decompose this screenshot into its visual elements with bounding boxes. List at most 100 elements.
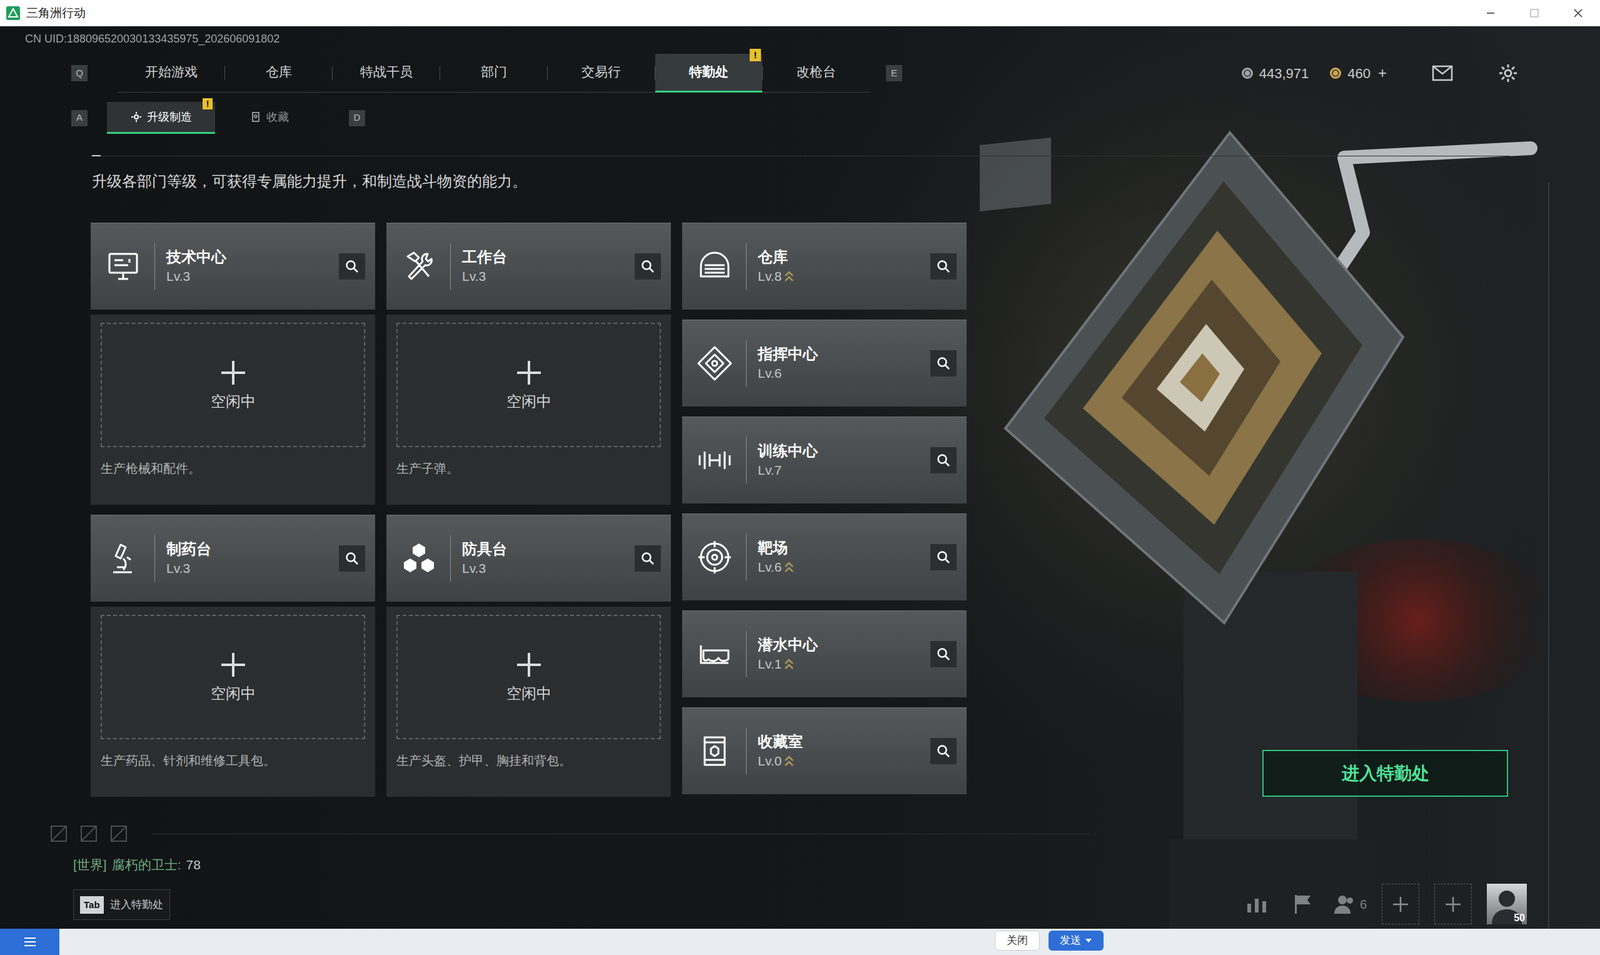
key-hint: Q	[71, 65, 88, 82]
nav-tab[interactable]: 特勤处!	[655, 53, 763, 93]
add-production-button[interactable]: 空闲中	[396, 322, 661, 448]
station-card[interactable]: 防具台Lv.3	[386, 514, 671, 602]
target-icon	[694, 537, 735, 578]
add-currency-button[interactable]: +	[1378, 61, 1387, 85]
magnifier-icon	[936, 453, 951, 468]
magnifier-icon	[936, 356, 951, 371]
chat-message: 78	[186, 855, 201, 874]
card-name: 制药台	[166, 538, 339, 559]
station-card[interactable]: 制药台Lv.3	[90, 514, 376, 602]
card-level: Lv.1	[757, 654, 782, 674]
nav-tab[interactable]: 仓库	[225, 53, 333, 93]
upgrade-indicator	[784, 657, 795, 671]
card-name: 训练中心	[757, 440, 931, 461]
search-button[interactable]	[930, 253, 957, 280]
nav-tab[interactable]: 开始游戏	[117, 53, 225, 93]
nav-tab[interactable]: 特战干员	[332, 53, 440, 93]
tools-icon	[398, 246, 439, 287]
enter-area: 进入特勤处	[1057, 222, 1600, 797]
department-card[interactable]: 训练中心Lv.7	[682, 416, 967, 504]
taskbar-button[interactable]: 关闭	[994, 930, 1040, 951]
toolbar: 6 50	[1241, 883, 1600, 925]
card-divider	[154, 243, 156, 290]
search-button[interactable]	[338, 545, 366, 572]
search-button[interactable]	[634, 253, 661, 280]
slot-status: 空闲中	[506, 392, 552, 411]
title-bar: 三角洲行动	[0, 0, 1600, 27]
avatar[interactable]: 50	[1486, 883, 1527, 925]
settings-button[interactable]	[1498, 63, 1519, 84]
level-row: Lv.3	[166, 558, 339, 578]
search-button[interactable]	[930, 640, 957, 668]
taskbar-button[interactable]: 发送	[1048, 930, 1104, 951]
card-name: 靶场	[757, 537, 931, 558]
plus-icon	[515, 359, 543, 386]
sub-tab-label: 升级制造	[146, 108, 192, 126]
sub-tab[interactable]: 升级制造!	[106, 101, 216, 134]
department-card[interactable]: 靶场Lv.6	[682, 513, 967, 601]
search-button[interactable]	[930, 350, 957, 377]
card-level: Lv.8	[757, 266, 782, 286]
flag-button[interactable]	[1287, 883, 1319, 925]
department-card[interactable]: 潜水中心Lv.1	[682, 610, 967, 698]
taskbar-button-label: 关闭	[1006, 932, 1028, 949]
mail-button[interactable]	[1431, 65, 1454, 82]
small-square-icon	[50, 824, 68, 843]
card-divider	[745, 727, 747, 775]
department-card[interactable]: 指挥中心Lv.6	[682, 319, 967, 407]
magnifier-icon	[640, 551, 655, 566]
dropdown-arrow-icon	[1084, 937, 1093, 943]
description: 升级各部门等级，可获得专属能力提升，和制造战斗物资的能力。	[91, 172, 528, 190]
window-controls	[1468, 0, 1600, 27]
window-button[interactable]	[1468, 0, 1513, 27]
armor-cubes-icon	[398, 538, 439, 579]
station: 技术中心Lv.3空闲中生产枪械和配件。	[90, 222, 376, 505]
window-button[interactable]	[1556, 0, 1600, 27]
friends-icon	[1333, 894, 1355, 915]
station-caption: 生产头盔、护甲、胸挂和背包。	[396, 751, 661, 770]
station-card[interactable]: 技术中心Lv.3	[90, 222, 376, 310]
tab-hint[interactable]: Tab进入特勤处	[73, 889, 171, 920]
card-text: 靶场Lv.6	[757, 537, 931, 577]
department-card[interactable]: 仓库Lv.8	[682, 222, 967, 310]
station: 制药台Lv.3 空闲中生产药品、针剂和维修工具包。	[90, 514, 376, 797]
invite-slot-button[interactable]	[1381, 883, 1420, 925]
card-name: 收藏室	[757, 731, 931, 752]
station-caption: 生产药品、针剂和维修工具包。	[100, 751, 366, 770]
search-button[interactable]	[930, 737, 957, 765]
search-button[interactable]	[930, 447, 957, 474]
stats-button[interactable]	[1241, 883, 1273, 925]
invite-slot-button[interactable]	[1434, 883, 1472, 925]
level-row: Lv.3	[462, 266, 635, 286]
search-button[interactable]	[338, 253, 366, 280]
tab-separator	[547, 66, 548, 81]
upgrade-arrow-icon	[784, 657, 795, 671]
plus-icon	[515, 651, 543, 678]
alert-badge: !	[749, 48, 761, 62]
card-level: Lv.6	[757, 363, 782, 383]
add-production-button[interactable]: 空闲中	[100, 322, 366, 448]
level-row: Lv.1	[757, 654, 931, 674]
nav-tab[interactable]: 部门	[440, 53, 548, 93]
friends-button[interactable]: 6	[1333, 883, 1367, 925]
card-level: Lv.7	[757, 460, 782, 480]
add-production-button[interactable]: 空闲中	[100, 614, 366, 740]
station-card[interactable]: 工作台Lv.3	[386, 222, 671, 310]
add-production-button[interactable]: 空闲中	[396, 614, 661, 740]
search-button[interactable]	[930, 543, 957, 571]
sub-tab[interactable]: 收藏	[215, 101, 324, 134]
window-button[interactable]	[1512, 0, 1557, 27]
station: 工作台Lv.3空闲中生产子弹。	[386, 222, 671, 505]
menu-button[interactable]	[0, 928, 60, 955]
enter-button[interactable]: 进入特勤处	[1262, 749, 1509, 797]
card-level: Lv.3	[166, 558, 191, 578]
card-name: 潜水中心	[757, 634, 931, 655]
department-card[interactable]: 收藏室Lv.0	[682, 707, 967, 795]
level-row: Lv.8	[757, 266, 931, 286]
card-divider	[745, 437, 747, 484]
plus-icon	[220, 651, 247, 678]
production-slot: 空闲中生产头盔、护甲、胸挂和背包。	[386, 606, 671, 797]
search-button[interactable]	[634, 545, 661, 572]
nav-tab[interactable]: 改枪台	[762, 53, 870, 93]
nav-tab[interactable]: 交易行	[547, 53, 655, 93]
